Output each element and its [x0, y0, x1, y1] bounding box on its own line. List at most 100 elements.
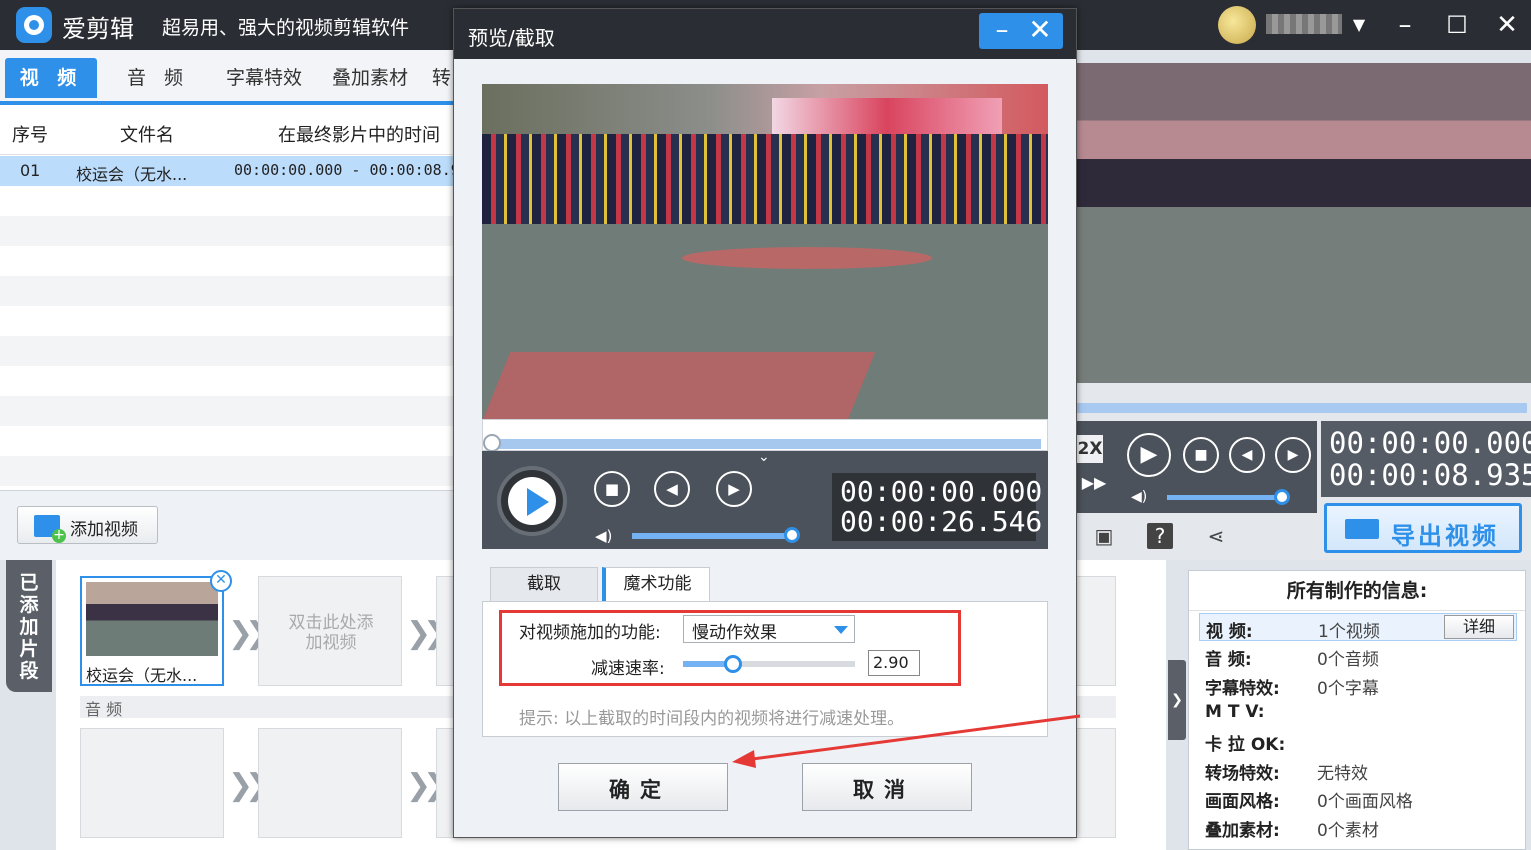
- clip-thumbnail: [86, 582, 218, 656]
- info-value: 0个字幕: [1317, 679, 1379, 699]
- dialog-title: 预览/截取: [468, 26, 555, 50]
- cancel-label: 取消: [853, 778, 915, 802]
- next-frame-icon[interactable]: ▶: [716, 471, 752, 507]
- tab-transitions[interactable]: 转: [428, 58, 455, 98]
- added-clips-tab[interactable]: 已添加片段: [6, 560, 52, 692]
- clip-remove-icon[interactable]: ✕: [210, 570, 232, 592]
- prev-frame-icon[interactable]: ◀: [1229, 437, 1265, 473]
- table-row-empty: [0, 276, 455, 306]
- close-button[interactable]: ✕: [1490, 8, 1524, 42]
- empty-slot[interactable]: [1076, 576, 1116, 686]
- dialog-minimize-button[interactable]: –: [987, 15, 1017, 45]
- user-name-blurred[interactable]: [1266, 14, 1342, 34]
- dialog-title-bar: 预览/截取 – ✕: [454, 9, 1076, 59]
- user-avatar[interactable]: [1218, 6, 1256, 44]
- info-row: 画面风格: 0个画面风格: [1199, 784, 1517, 812]
- volume-knob[interactable]: [784, 527, 800, 543]
- info-row: 视 频: 1个视频 详细: [1199, 613, 1517, 642]
- table-row-empty: [0, 186, 455, 216]
- table-row-empty: [0, 456, 455, 486]
- share-icon[interactable]: ⋖: [1203, 523, 1229, 549]
- user-dropdown-icon[interactable]: ▼: [1342, 8, 1376, 42]
- info-key: 叠加素材:: [1205, 821, 1280, 841]
- play-button[interactable]: [497, 466, 567, 536]
- row-time: 00:00:00.000 - 00:00:08.9: [234, 161, 460, 179]
- info-value: 无特效: [1317, 764, 1368, 784]
- dialog-progress-bar[interactable]: [482, 419, 1048, 452]
- dialog-time-display: 00:00:00.000 00:00:26.546: [832, 473, 1043, 541]
- list-header: 序号 文件名 在最终影片中的时间: [0, 109, 455, 155]
- time-total: 00:00:26.546: [840, 505, 1043, 538]
- info-row: 叠加素材: 0个素材: [1199, 813, 1517, 841]
- info-row: M T V:: [1199, 699, 1517, 727]
- volume-icon[interactable]: ◀): [1131, 489, 1147, 505]
- info-value: 0个音频: [1317, 650, 1379, 670]
- row-filename: 校运会（无水...: [76, 165, 188, 184]
- dialog-close-button[interactable]: ✕: [1025, 15, 1055, 45]
- tab-video[interactable]: 视 频: [5, 58, 97, 98]
- rate-label: 减速速率:: [591, 659, 665, 679]
- volume-knob[interactable]: [1274, 489, 1290, 505]
- added-clips-label: 已添加片段: [19, 572, 39, 682]
- next-frame-icon[interactable]: ▶: [1275, 437, 1311, 473]
- help-icon[interactable]: ?: [1147, 523, 1173, 549]
- add-video-label: 添加视频: [70, 520, 138, 540]
- speed-button[interactable]: 2X: [1077, 435, 1103, 463]
- stop-icon[interactable]: ■: [594, 471, 630, 507]
- time-total: 00:00:08.935: [1329, 458, 1531, 492]
- add-video-slot[interactable]: 双击此处添加视频: [258, 576, 402, 686]
- function-select[interactable]: 慢动作效果: [683, 615, 855, 643]
- timeline-clip[interactable]: 校运会（无水... ✕: [80, 570, 232, 686]
- app-name: 爱剪辑: [62, 15, 134, 43]
- collapse-handle-icon[interactable]: ❯: [1168, 660, 1186, 740]
- audio-slot[interactable]: [80, 728, 224, 838]
- table-row-empty: [0, 426, 455, 456]
- audio-slot[interactable]: [258, 728, 402, 838]
- dialog-player-controls: ⌄ ■ ◀ ▶ ◀) 00:00:00.000 00:00:26.546: [482, 449, 1048, 549]
- volume-slider[interactable]: [1167, 495, 1277, 500]
- add-video-button[interactable]: 添加视频: [17, 506, 158, 544]
- info-key: 字幕特效:: [1205, 679, 1280, 699]
- tab-overlay-materials[interactable]: 叠加素材: [320, 58, 420, 98]
- production-info-panel: ❯ 所有制作的信息: 视 频: 1个视频 详细 音 频: 0个音频 字幕特效: 0个…: [1166, 560, 1531, 850]
- video-court-zone: [482, 352, 876, 419]
- rate-input[interactable]: 2.90: [868, 650, 920, 676]
- cancel-button[interactable]: 取消: [802, 763, 972, 811]
- table-row-empty: [0, 366, 455, 396]
- prev-frame-icon[interactable]: ◀: [654, 471, 690, 507]
- play-icon[interactable]: ▶: [1127, 433, 1171, 477]
- chevron-down-icon[interactable]: ⌄: [758, 449, 770, 465]
- time-current: 00:00:00.000: [1329, 426, 1531, 460]
- main-progress-bar[interactable]: [1077, 403, 1527, 413]
- info-key: 画面风格:: [1205, 792, 1280, 812]
- play-icon: [527, 488, 549, 516]
- minimize-button[interactable]: –: [1388, 8, 1422, 42]
- fast-forward-icon[interactable]: ▶▶: [1077, 473, 1111, 499]
- tab-audio[interactable]: 音 频: [112, 58, 204, 98]
- volume-slider[interactable]: [632, 533, 792, 539]
- detail-button[interactable]: 详细: [1444, 615, 1514, 639]
- preview-trim-dialog: 预览/截取 – ✕ ⌄ ■ ◀ ▶ ◀) 00:00:00.000 00:00:…: [453, 8, 1077, 838]
- progress-knob[interactable]: [483, 434, 501, 452]
- audio-slot[interactable]: [1076, 728, 1116, 838]
- maximize-button[interactable]: ☐: [1440, 8, 1474, 42]
- stop-icon[interactable]: ■: [1183, 437, 1219, 473]
- info-row: 转场特效: 无特效: [1199, 756, 1517, 784]
- tab-subtitle-effects[interactable]: 字幕特效: [214, 58, 314, 98]
- dialog-preview-video: [482, 84, 1048, 419]
- export-video-button[interactable]: 导出视频: [1324, 503, 1522, 553]
- info-value: 0个素材: [1317, 821, 1379, 841]
- rate-slider-knob[interactable]: [723, 655, 742, 673]
- save-icon[interactable]: ▣: [1091, 523, 1117, 549]
- chevron-down-icon: [834, 626, 848, 634]
- confirm-button[interactable]: 确定: [558, 763, 728, 811]
- tab-cut[interactable]: 截取: [490, 567, 598, 602]
- info-key: 音 频:: [1205, 650, 1252, 670]
- export-icon: [1345, 519, 1379, 539]
- row-index: 01: [20, 161, 41, 180]
- tab-magic-function[interactable]: 魔术功能: [602, 567, 710, 602]
- table-row[interactable]: 01 校运会（无水... 00:00:00.000 - 00:00:08.9: [0, 156, 460, 186]
- header-index: 序号: [12, 125, 48, 146]
- volume-icon[interactable]: ◀): [595, 527, 612, 545]
- progress-track[interactable]: [491, 439, 1041, 449]
